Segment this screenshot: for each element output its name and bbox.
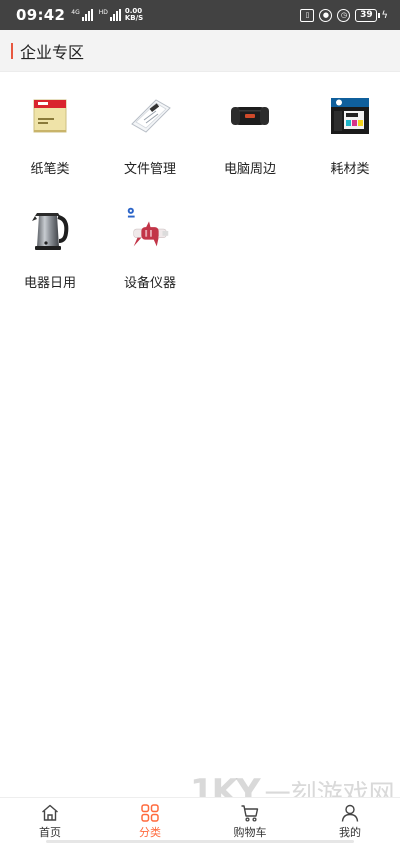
network-speed: 0.00 KB/S <box>125 8 143 22</box>
electric-kettle-icon <box>26 206 74 254</box>
signal-2-label: HD <box>98 9 108 16</box>
app-screen: 09:42 4G HD 0.00 KB/S ▯ ● ◷ 39 ϟ 企业专区 纸笔… <box>0 0 400 844</box>
ink-cartridge-icon <box>326 92 374 140</box>
status-time: 09:42 <box>16 6 66 24</box>
cell-signal-1-icon: 4G <box>71 9 93 21</box>
tab-home[interactable]: 首页 <box>0 798 100 844</box>
page-title: 企业专区 <box>20 42 85 62</box>
header-accent-bar <box>11 42 13 59</box>
page-header: 企业专区 <box>0 30 400 72</box>
category-item-paper-pens[interactable]: 纸笔类 <box>0 86 100 200</box>
document-sleeve-icon <box>126 92 174 140</box>
battery-level: 39 <box>355 8 378 22</box>
category-label: 设备仪器 <box>123 276 176 291</box>
signal-1-label: 4G <box>71 9 80 16</box>
charging-icon: ϟ <box>381 9 388 21</box>
category-label: 纸笔类 <box>30 162 70 177</box>
tab-label: 首页 <box>39 826 61 839</box>
category-item-consumables[interactable]: 耗材类 <box>300 86 400 200</box>
status-right-group: ▯ ● ◷ 39 ϟ <box>300 8 388 22</box>
category-item-file-management[interactable]: 文件管理 <box>100 86 200 200</box>
location-icon: ● <box>319 8 333 22</box>
category-grid: 纸笔类 文件管理 电脑周边 耗材类 电器日用 设备仪器 <box>0 86 400 314</box>
user-icon <box>341 804 359 822</box>
category-label: 耗材类 <box>330 162 370 177</box>
category-item-equipment[interactable]: 设备仪器 <box>100 200 200 314</box>
tab-label: 分类 <box>139 826 161 839</box>
tab-label: 我的 <box>339 826 361 839</box>
tab-label: 购物车 <box>233 826 267 839</box>
sticky-notes-icon <box>26 92 74 140</box>
vibrate-icon: ▯ <box>300 8 315 22</box>
tab-profile[interactable]: 我的 <box>300 798 400 844</box>
tab-category[interactable]: 分类 <box>100 798 200 844</box>
category-item-appliances[interactable]: 电器日用 <box>0 200 100 314</box>
battery-icon: 39 ϟ <box>355 8 388 22</box>
category-grid-icon <box>141 804 159 822</box>
alarm-icon: ◷ <box>337 8 351 22</box>
home-icon <box>42 804 58 821</box>
cart-icon <box>241 805 259 822</box>
status-bar: 09:42 4G HD 0.00 KB/S ▯ ● ◷ 39 ϟ <box>0 0 400 30</box>
category-item-computer-peripherals[interactable]: 电脑周边 <box>200 86 300 200</box>
wall-anchor-icon <box>126 206 174 254</box>
category-label: 电脑周边 <box>223 162 276 177</box>
category-label: 电器日用 <box>23 276 76 291</box>
bottom-tab-bar: 首页 分类 购物车 我的 <box>0 797 400 844</box>
cell-signal-2-icon: HD <box>99 9 121 21</box>
bluetooth-speaker-icon <box>226 92 274 140</box>
gesture-nav-bar[interactable] <box>46 840 354 843</box>
category-label: 文件管理 <box>123 162 176 177</box>
network-speed-unit: KB/S <box>124 14 144 22</box>
tab-cart[interactable]: 购物车 <box>200 798 300 844</box>
